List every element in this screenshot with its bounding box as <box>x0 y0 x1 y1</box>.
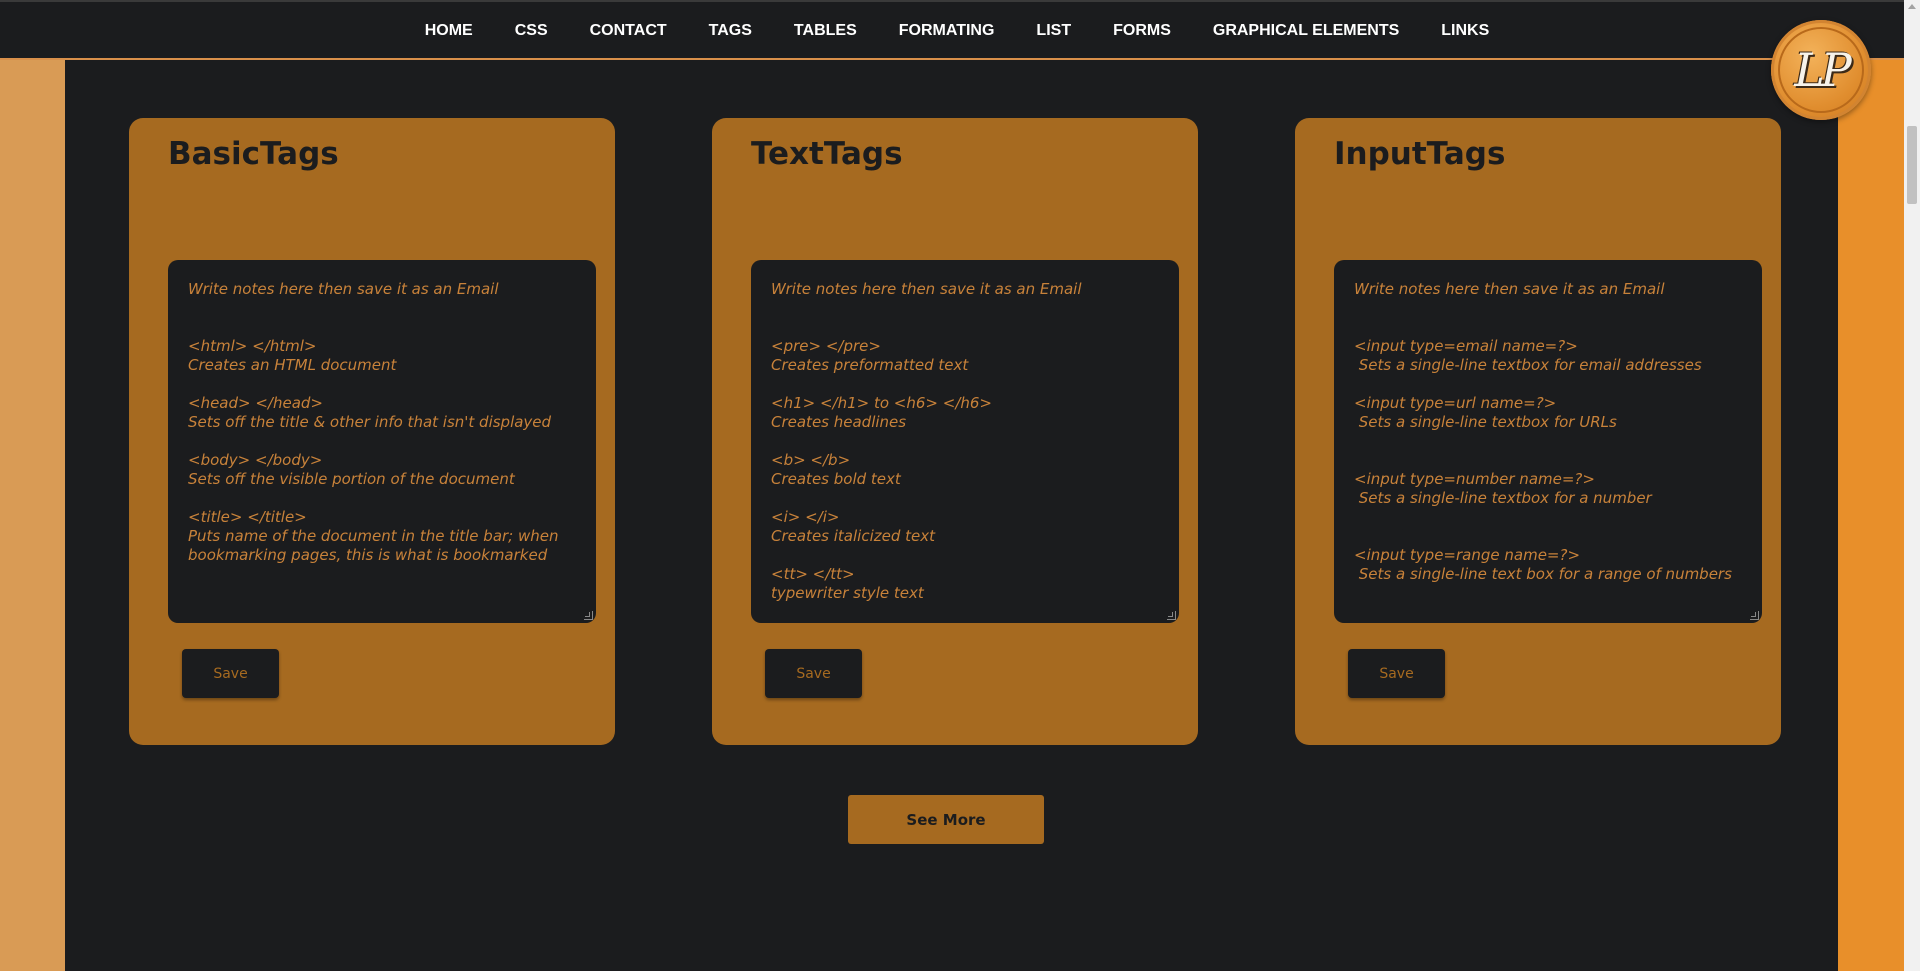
right-side-band <box>1838 0 1904 971</box>
lp-logo-icon[interactable]: LP <box>1771 20 1871 120</box>
logo-text: LP <box>1794 43 1851 97</box>
resize-handle-icon[interactable] <box>1750 611 1759 620</box>
card-title: TextTags <box>751 136 903 172</box>
page: HOME CSS CONTACT TAGS TABLES FORMATING L… <box>0 0 1920 971</box>
left-side-band <box>0 0 65 971</box>
card-title: BasicTags <box>168 136 339 172</box>
nav-item-contact[interactable]: CONTACT <box>590 22 667 40</box>
notes-textarea[interactable]: Write notes here then save it as an Emai… <box>751 260 1179 623</box>
see-more-button[interactable]: See More <box>848 795 1044 844</box>
save-button[interactable]: Save <box>765 649 862 698</box>
scroll-up-arrow-icon[interactable] <box>1908 4 1916 9</box>
scrollbar-thumb[interactable] <box>1907 126 1917 204</box>
nav-item-formating[interactable]: FORMATING <box>899 22 995 40</box>
card-basic-tags: BasicTags Write notes here then save it … <box>129 118 615 745</box>
save-button[interactable]: Save <box>182 649 279 698</box>
card-input-tags: InputTags Write notes here then save it … <box>1295 118 1781 745</box>
nav-menu: HOME CSS CONTACT TAGS TABLES FORMATING L… <box>0 2 1904 60</box>
notes-textarea[interactable]: Write notes here then save it as an Emai… <box>1334 260 1762 623</box>
nav-item-links[interactable]: LINKS <box>1441 22 1489 40</box>
nav-item-graphical-elements[interactable]: GRAPHICAL ELEMENTS <box>1213 22 1399 40</box>
notes-textarea[interactable]: Write notes here then save it as an Emai… <box>168 260 596 623</box>
nav-item-tags[interactable]: TAGS <box>709 22 752 40</box>
resize-handle-icon[interactable] <box>1167 611 1176 620</box>
vertical-scrollbar[interactable] <box>1904 0 1920 971</box>
nav-item-css[interactable]: CSS <box>515 22 548 40</box>
save-button[interactable]: Save <box>1348 649 1445 698</box>
top-navbar: HOME CSS CONTACT TAGS TABLES FORMATING L… <box>0 0 1904 60</box>
card-text-tags: TextTags Write notes here then save it a… <box>712 118 1198 745</box>
card-title: InputTags <box>1334 136 1506 172</box>
logo-ring: LP <box>1778 27 1864 113</box>
nav-item-home[interactable]: HOME <box>425 22 473 40</box>
resize-handle-icon[interactable] <box>584 611 593 620</box>
nav-item-list[interactable]: LIST <box>1036 22 1071 40</box>
nav-item-forms[interactable]: FORMS <box>1113 22 1171 40</box>
nav-item-tables[interactable]: TABLES <box>794 22 857 40</box>
